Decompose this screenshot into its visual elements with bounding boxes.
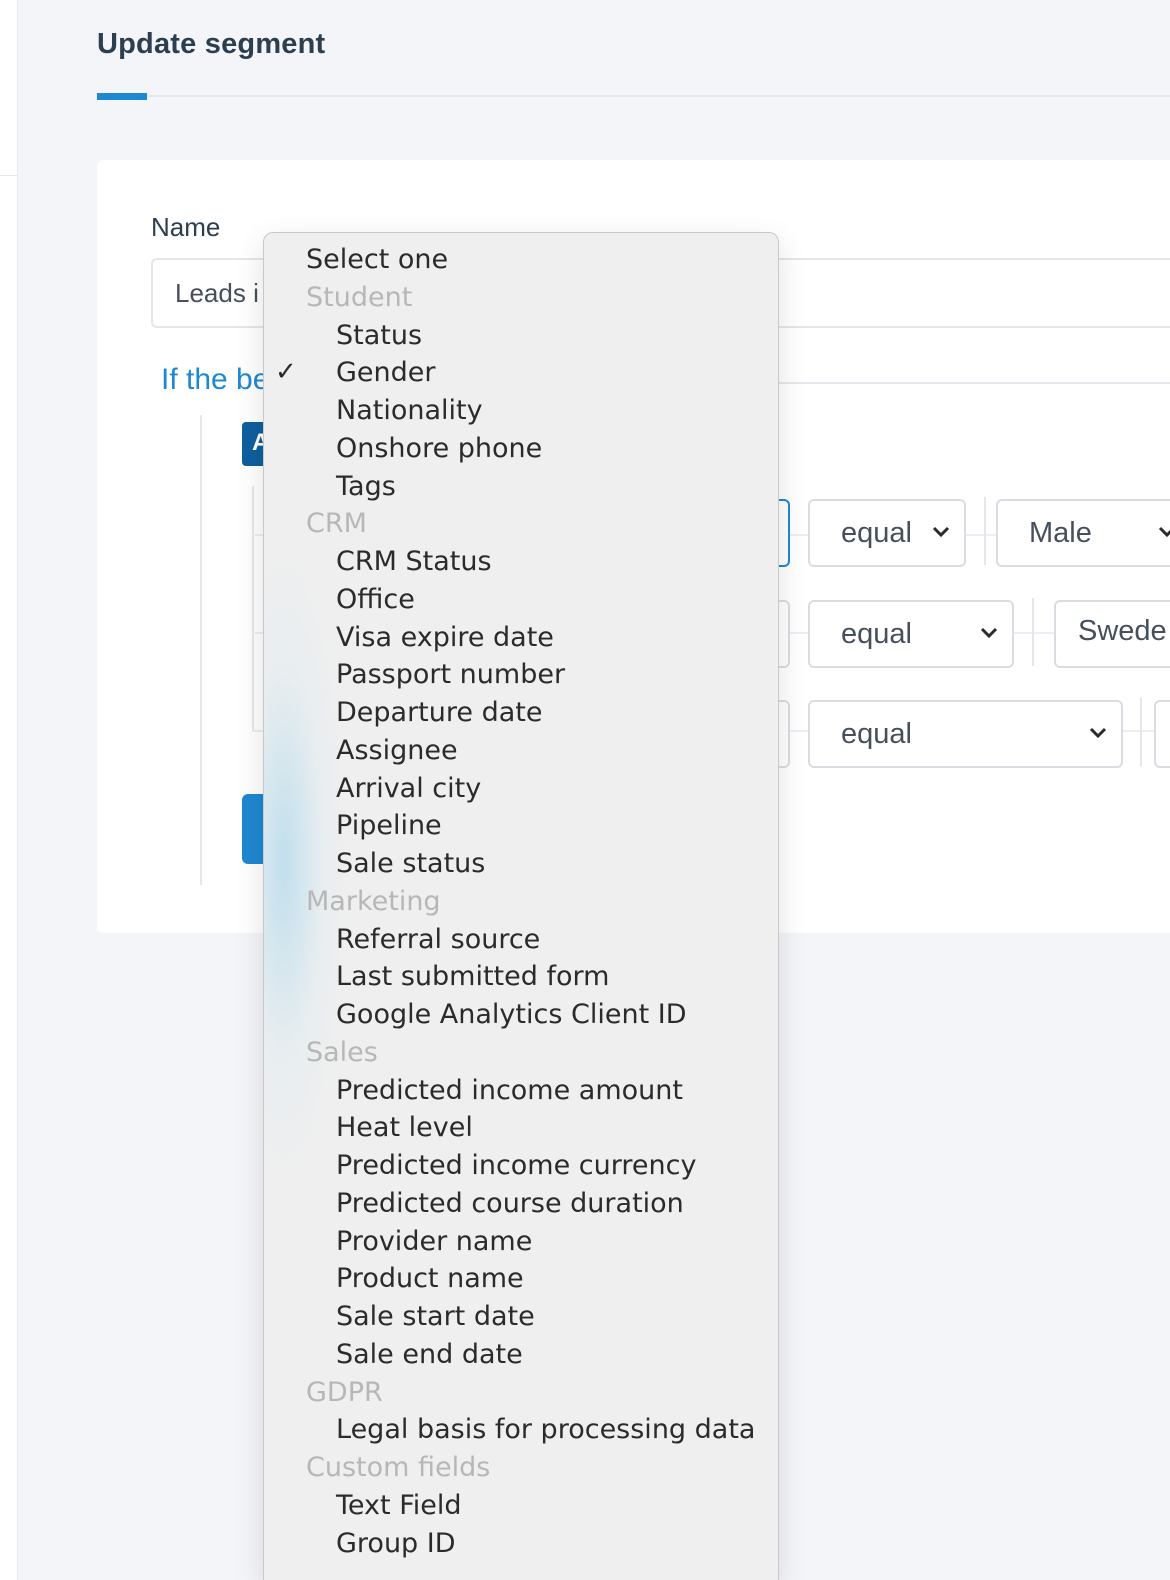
dropdown-option-label: CRM Status — [336, 546, 492, 577]
operator-select[interactable]: equal — [808, 499, 966, 567]
dropdown-option-label: Tags — [336, 470, 396, 502]
header-accent-bar — [97, 93, 147, 100]
operator-value: equal — [841, 718, 912, 750]
dropdown-option-label: Sale end date — [336, 1338, 523, 1370]
checkmark-icon: ✓ — [275, 357, 297, 388]
chevron-down-icon — [1089, 727, 1107, 739]
sidebar-divider — [0, 175, 18, 176]
dropdown-option[interactable]: Predicted income currency — [264, 1147, 778, 1185]
dropdown-option[interactable]: Predicted income amount — [264, 1072, 778, 1110]
dropdown-option-label: Predicted income currency — [336, 1150, 697, 1181]
sidebar-edge — [0, 0, 18, 1580]
column-divider — [1032, 598, 1034, 666]
dropdown-option[interactable]: CRM Status — [264, 543, 778, 581]
dropdown-option[interactable]: Heat level — [264, 1109, 778, 1147]
condition-title: If the be — [161, 363, 270, 396]
operator-value: equal — [841, 618, 912, 650]
dropdown-option[interactable]: Office — [264, 581, 778, 619]
dropdown-option[interactable]: Assignee — [264, 732, 778, 770]
page-title: Update segment — [97, 28, 326, 60]
header-divider — [97, 95, 1170, 97]
dropdown-option-label: Predicted course duration — [336, 1187, 684, 1219]
dropdown-option-label: Sale start date — [336, 1301, 535, 1332]
dropdown-option-label: Group ID — [336, 1527, 456, 1559]
operator-value: equal — [841, 517, 912, 549]
dropdown-option[interactable]: Provider name — [264, 1223, 778, 1261]
dropdown-option-label: Departure date — [336, 697, 543, 728]
value-input[interactable]: Swede — [1054, 600, 1170, 668]
dropdown-option[interactable]: ✓ Gender — [264, 354, 778, 392]
dropdown-group-label: CRM — [306, 508, 367, 540]
dropdown-option[interactable]: Sale status — [264, 845, 778, 883]
dropdown-option-label: Passport number — [336, 659, 566, 691]
dropdown-group-label: Custom fields — [306, 1452, 491, 1483]
dropdown-option[interactable]: Text Field — [264, 1487, 778, 1525]
dropdown-option-label: Arrival city — [336, 772, 482, 804]
dropdown-group-label: Sales — [306, 1036, 378, 1068]
dropdown-placeholder-option[interactable]: Select one — [264, 241, 778, 279]
chevron-down-icon — [980, 627, 998, 639]
dropdown-option[interactable]: Arrival city — [264, 770, 778, 808]
dropdown-option-label: Provider name — [336, 1225, 533, 1257]
value-select[interactable] — [1154, 700, 1170, 768]
dropdown-option[interactable]: Passport number — [264, 656, 778, 694]
chevron-down-icon — [932, 526, 950, 538]
dropdown-option[interactable]: Product name — [264, 1260, 778, 1298]
dropdown-option[interactable]: Nationality — [264, 392, 778, 430]
dropdown-option-label: Heat level — [336, 1112, 473, 1144]
operator-select[interactable]: equal — [808, 600, 1014, 668]
dropdown-option[interactable]: Status — [264, 317, 778, 355]
dropdown-option[interactable]: Last submitted form — [264, 958, 778, 996]
dropdown-option[interactable]: Tags — [264, 468, 778, 506]
dropdown-group-label: Marketing — [306, 885, 441, 917]
dropdown-option[interactable]: Visa expire date — [264, 619, 778, 657]
dropdown-option[interactable]: Google Analytics Client ID — [264, 996, 778, 1034]
field-dropdown-menu[interactable]: Select one Student Status ✓ Gender Nationali… — [263, 232, 779, 1580]
condition-divider — [777, 382, 1170, 384]
dropdown-option[interactable]: Departure date — [264, 694, 778, 732]
dropdown-option[interactable]: Referral source — [264, 921, 778, 959]
page-header: Update segment — [97, 28, 1170, 100]
operator-select[interactable]: equal — [808, 700, 1123, 768]
group-connector-line — [200, 415, 202, 885]
dropdown-group-label: GDPR — [306, 1376, 383, 1408]
dropdown-group-label: Student — [306, 281, 413, 313]
dropdown-option-label: Nationality — [336, 395, 483, 426]
dropdown-option[interactable]: Legal basis for processing data — [264, 1411, 778, 1449]
dropdown-option-label: Referral source — [336, 923, 541, 955]
dropdown-option[interactable]: Predicted course duration — [264, 1185, 778, 1223]
dropdown-option-label: Last submitted form — [336, 961, 610, 993]
dropdown-option[interactable]: Sale end date — [264, 1336, 778, 1374]
dropdown-option-label: Sale status — [336, 848, 486, 879]
dropdown-option[interactable]: Onshore phone — [264, 430, 778, 468]
column-divider — [1140, 698, 1142, 766]
dropdown-option-label: Pipeline — [336, 810, 442, 842]
dropdown-option[interactable]: Sale start date — [264, 1298, 778, 1336]
rule-value: Swede — [1078, 615, 1167, 647]
dropdown-option-label: Product name — [336, 1263, 524, 1295]
dropdown-option-label: Onshore phone — [336, 432, 543, 464]
dropdown-option-label: Status — [336, 319, 423, 351]
dropdown-option-list: Select one Student Status ✓ Gender Nationali… — [264, 241, 778, 1563]
chevron-down-icon — [1158, 526, 1170, 538]
dropdown-option-label: Predicted income amount — [336, 1074, 683, 1106]
dropdown-option-label: Text Field — [336, 1489, 462, 1521]
dropdown-option-label: Visa expire date — [336, 621, 554, 653]
dropdown-option[interactable]: Group ID — [264, 1525, 778, 1563]
rule-value: Male — [1029, 517, 1092, 549]
value-select[interactable]: Male — [996, 499, 1170, 567]
dropdown-option-label: Google Analytics Client ID — [336, 999, 687, 1030]
dropdown-option-label: Office — [336, 583, 415, 615]
column-divider — [984, 497, 986, 565]
dropdown-option-label: Gender — [336, 357, 436, 389]
name-label: Name — [151, 212, 221, 242]
dropdown-option-label: Legal basis for processing data — [336, 1414, 756, 1446]
dropdown-option[interactable]: Pipeline — [264, 807, 778, 845]
dropdown-option-label: Assignee — [336, 734, 458, 766]
